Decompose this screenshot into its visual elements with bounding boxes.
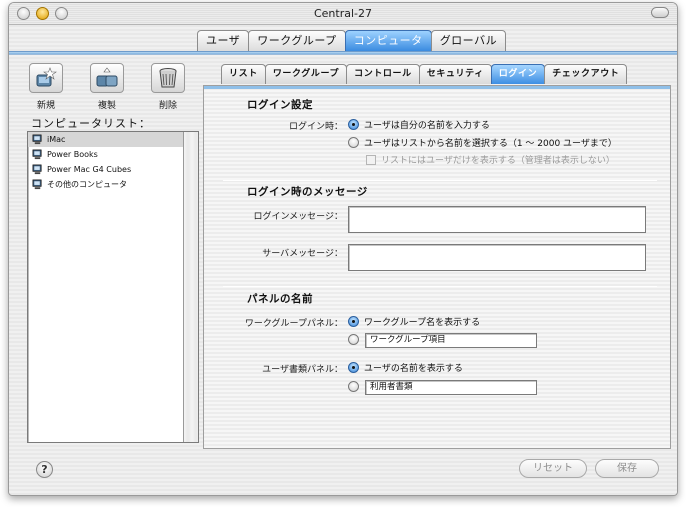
user-docs-custom-name-field[interactable]: 利用者書類 [365, 380, 537, 395]
duplicate-label: 複製 [97, 101, 116, 111]
list-item-label: iMac [47, 135, 66, 144]
list-item-label: Power Books [47, 150, 98, 159]
save-button[interactable]: 保存 [595, 459, 659, 478]
divider [223, 286, 657, 287]
server-message-field[interactable] [348, 244, 646, 271]
new-computer-icon [36, 67, 57, 87]
new-label: 新規 [36, 101, 55, 111]
delete-button[interactable] [151, 63, 185, 93]
computer-list-icon [32, 149, 42, 160]
login-messages-title: ログイン時のメッセージ [247, 186, 368, 198]
radio-user-docs-custom[interactable] [348, 381, 364, 392]
radio-type-name-label: ユーザは自分の名前を入力する [364, 121, 490, 131]
workgroup-panel-label: ワークグループパネル： [244, 319, 343, 329]
list-item[interactable]: iMac [28, 132, 184, 147]
radio-icon [348, 334, 359, 345]
checkbox-icon [366, 154, 376, 165]
toolbar-toggle-button[interactable] [651, 7, 669, 18]
subtab-control[interactable]: コントロール [346, 64, 420, 84]
radio-workgroup-show-name-label: ワークグループ名を表示する [364, 318, 481, 328]
subtab-list[interactable]: リスト [221, 64, 266, 84]
tab-rule [9, 51, 677, 55]
radio-user-docs-show-name-label: ユーザの名前を表示する [364, 364, 463, 374]
login-message-field[interactable] [348, 206, 646, 233]
checkbox-show-only-users[interactable]: リストにはユーザだけを表示する（管理者は表示しない） [366, 153, 615, 166]
computer-list-icon [32, 164, 42, 175]
checkbox-show-only-users-label: リストにはユーザだけを表示する（管理者は表示しない） [381, 156, 615, 166]
login-settings-title: ログイン設定 [247, 99, 313, 111]
list-scrollbar[interactable] [183, 132, 198, 442]
delete-label: 削除 [158, 101, 177, 111]
app-window: Central-27 ユーザ ワークグループ コンピュータ グローバル 新規 複… [8, 2, 678, 496]
radio-user-docs-show-name[interactable]: ユーザの名前を表示する [348, 361, 463, 374]
new-button[interactable] [29, 63, 63, 93]
list-item[interactable]: Power Books [28, 147, 184, 162]
login-when-label: ログイン時： [288, 122, 343, 132]
radio-selected-icon [348, 362, 359, 373]
subtab-security[interactable]: セキュリティ [418, 64, 492, 84]
tab-global[interactable]: グローバル [430, 30, 507, 51]
trash-icon [159, 68, 177, 88]
tab-users[interactable]: ユーザ [197, 30, 250, 51]
radio-icon [348, 381, 359, 392]
list-item[interactable]: その他のコンピュータ [28, 177, 184, 192]
radio-workgroup-show-name[interactable]: ワークグループ名を表示する [348, 315, 480, 328]
panel-names-title: パネルの名前 [247, 293, 313, 305]
list-item-label: その他のコンピュータ [47, 180, 127, 189]
server-message-label: サーバメッセージ： [262, 249, 343, 259]
computer-list-title: コンピュータリスト： [31, 117, 151, 130]
computer-list[interactable]: iMac Power Books Power Mac G4 Cubes その他の… [27, 131, 199, 443]
tab-workgroups[interactable]: ワークグループ [248, 30, 346, 51]
radio-type-name[interactable]: ユーザは自分の名前を入力する [348, 118, 490, 131]
radio-selected-icon [348, 119, 359, 130]
subtab-workgroups[interactable]: ワークグループ [264, 64, 348, 84]
list-item-label: Power Mac G4 Cubes [47, 165, 132, 174]
main-tabs: ユーザ ワークグループ コンピュータ グローバル [197, 30, 507, 52]
window-title: Central-27 [313, 7, 373, 20]
computer-list-icon [32, 179, 42, 190]
radio-workgroup-custom[interactable] [348, 334, 364, 345]
workgroup-custom-name-field[interactable]: ワークグループ項目 [365, 333, 537, 348]
duplicate-button[interactable] [90, 63, 124, 93]
list-item[interactable]: Power Mac G4 Cubes [28, 162, 184, 177]
login-message-label: ログインメッセージ： [253, 212, 343, 222]
divider [223, 180, 657, 181]
user-docs-panel-label: ユーザ書類パネル： [262, 365, 343, 375]
title-bar[interactable]: Central-27 [9, 3, 677, 25]
subtab-login[interactable]: ログイン [490, 64, 546, 84]
computer-sub-tabs: リスト ワークグループ コントロール セキュリティ ログイン チェックアウト [221, 64, 628, 85]
radio-selected-icon [348, 316, 359, 327]
radio-select-from-list[interactable]: ユーザはリストから名前を選択する（1 〜 2000 ユーザまで） [348, 136, 617, 149]
computer-list-icon [32, 134, 42, 145]
revert-button[interactable]: リセット [519, 459, 587, 478]
help-button[interactable]: ? [36, 461, 53, 478]
radio-select-from-list-label: ユーザはリストから名前を選択する（1 〜 2000 ユーザまで） [364, 139, 617, 149]
tab-computers[interactable]: コンピュータ [344, 30, 432, 51]
duplicate-computer-icon [96, 67, 118, 87]
subtab-checkout[interactable]: チェックアウト [544, 64, 628, 84]
radio-icon [348, 137, 359, 148]
